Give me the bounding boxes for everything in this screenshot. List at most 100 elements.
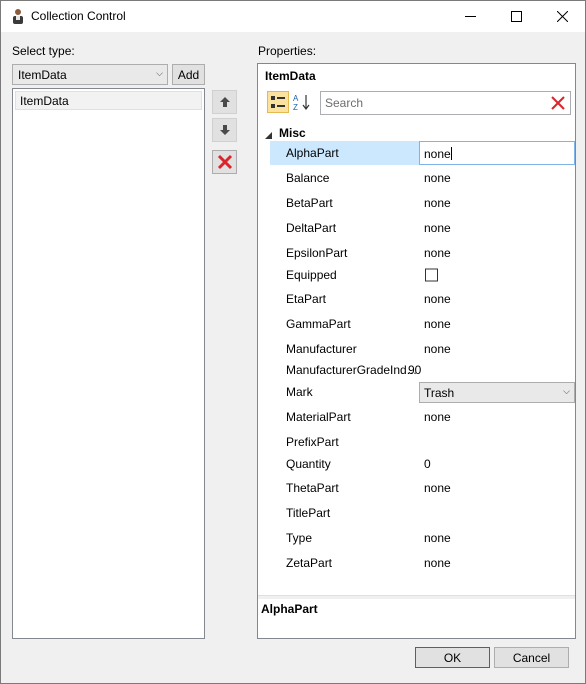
minimize-button[interactable] [447,1,493,32]
property-name: AlphaPart [286,146,339,160]
property-name-cell[interactable]: TitlePart [270,501,419,525]
property-name-cell[interactable]: ZetaPart [270,551,419,575]
property-name-cell[interactable]: ThetaPart [270,476,419,500]
list-item[interactable]: ItemData [15,91,202,110]
property-name-cell[interactable]: Balance [270,166,419,190]
property-name-cell[interactable]: Quantity [270,453,419,475]
property-row[interactable]: BetaPart none [270,191,575,215]
add-button[interactable]: Add [172,64,205,85]
property-name-cell[interactable]: Manufacturer [270,337,419,361]
property-name: Mark [286,384,313,399]
type-select[interactable]: ItemData ⌵ [12,64,168,85]
property-name-cell[interactable]: Equipped [270,264,419,286]
properties-label: Properties: [258,44,317,58]
ok-button[interactable]: OK [415,647,490,668]
property-name-cell[interactable]: AlphaPart [270,141,419,165]
property-row[interactable]: ThetaPart none [270,476,575,500]
property-row[interactable]: GammaPart none [270,312,575,336]
property-name-cell[interactable]: MaterialPart [270,405,419,429]
property-name-cell[interactable]: BetaPart [270,191,419,215]
mark-select[interactable]: Trash ⌵ [419,382,575,403]
property-row[interactable]: Balance none [270,166,575,190]
property-row[interactable]: EpsilonPart none [270,241,575,265]
collapse-arrow-icon[interactable] [265,128,272,142]
selected-object-name: ItemData [265,69,316,83]
close-button[interactable] [539,1,585,32]
property-row[interactable]: PrefixPart [270,430,575,454]
property-value-editor[interactable]: none [419,141,575,165]
close-icon [556,11,568,22]
property-row[interactable]: AlphaPart none [270,141,575,165]
property-name: EtaPart [286,292,327,306]
item-list[interactable]: ItemData [12,88,205,639]
chevron-down-icon: ⌵ [156,68,163,78]
property-name-cell[interactable]: GammaPart [270,312,419,336]
property-name: DeltaPart [286,221,337,235]
property-value: none [424,317,451,331]
property-row[interactable]: ManufacturerGradeInd... 90 [270,360,575,380]
property-row[interactable]: DeltaPart none [270,216,575,240]
text-caret [450,147,452,160]
maximize-button[interactable] [493,1,539,32]
property-name: EpsilonPart [286,246,348,260]
arrow-down-icon [219,125,230,135]
svg-text:A: A [293,94,299,103]
svg-text:Z: Z [293,103,298,111]
categorized-view-button[interactable] [267,91,289,113]
property-search-input[interactable]: Search [320,91,571,115]
property-name-cell[interactable]: EpsilonPart [270,241,419,265]
property-name-cell[interactable]: PrefixPart [270,430,419,454]
property-row[interactable]: Manufacturer none [270,337,575,361]
property-row[interactable]: Type none [270,526,575,550]
property-row[interactable]: TitlePart [270,501,575,525]
property-name: TitlePart [286,506,331,520]
minimize-icon [464,16,476,17]
property-value: none [424,246,451,260]
property-row[interactable]: MaterialPart none [270,405,575,429]
property-row[interactable]: Mark Trash ⌵ [270,381,575,403]
property-name: Quantity [286,457,331,471]
property-row[interactable]: Equipped [270,264,575,286]
property-name: ZetaPart [286,556,333,570]
property-name-cell[interactable]: Type [270,526,419,550]
property-value: none [424,410,451,424]
property-name: ManufacturerGradeInd... [286,363,417,377]
property-row[interactable]: Quantity 0 [270,453,575,475]
property-name-cell[interactable]: Mark [270,381,419,402]
property-name-cell[interactable]: ManufacturerGradeInd... [270,360,419,380]
property-value: none [424,556,451,570]
property-row[interactable]: ZetaPart none [270,551,575,575]
property-value: none [424,196,451,210]
category-row-misc[interactable]: Misc [258,124,575,142]
property-name: PrefixPart [286,435,339,449]
property-description-title: AlphaPart [261,602,318,616]
property-value: none [424,531,451,545]
property-value: 0 [424,457,431,471]
category-label: Misc [279,126,306,140]
arrow-up-icon [219,97,230,107]
property-name-cell[interactable]: DeltaPart [270,216,419,240]
chevron-down-icon: ⌵ [563,386,570,396]
type-select-value: ItemData [18,68,67,82]
delete-button[interactable] [212,150,237,174]
window-title: Collection Control [31,9,126,23]
clear-search-icon[interactable] [551,96,565,113]
move-up-button[interactable] [212,90,237,114]
move-down-button[interactable] [212,118,237,142]
alphabetical-view-button[interactable]: A Z [291,91,313,113]
categorized-icon [271,96,285,108]
maximize-icon [510,11,522,22]
property-value: none [424,481,451,495]
property-name: Equipped [286,268,337,282]
sort-alphabetical-icon: A Z [293,94,310,111]
search-placeholder: Search [325,96,364,110]
property-row[interactable]: EtaPart none [270,287,575,311]
property-value: none [424,221,451,235]
property-name: GammaPart [286,317,351,331]
property-name-cell[interactable]: EtaPart [270,287,419,311]
property-value: none [424,342,451,356]
equipped-checkbox[interactable] [425,268,438,282]
cancel-button[interactable]: Cancel [494,647,569,668]
property-name: MaterialPart [286,410,351,424]
description-splitter[interactable] [258,595,575,599]
